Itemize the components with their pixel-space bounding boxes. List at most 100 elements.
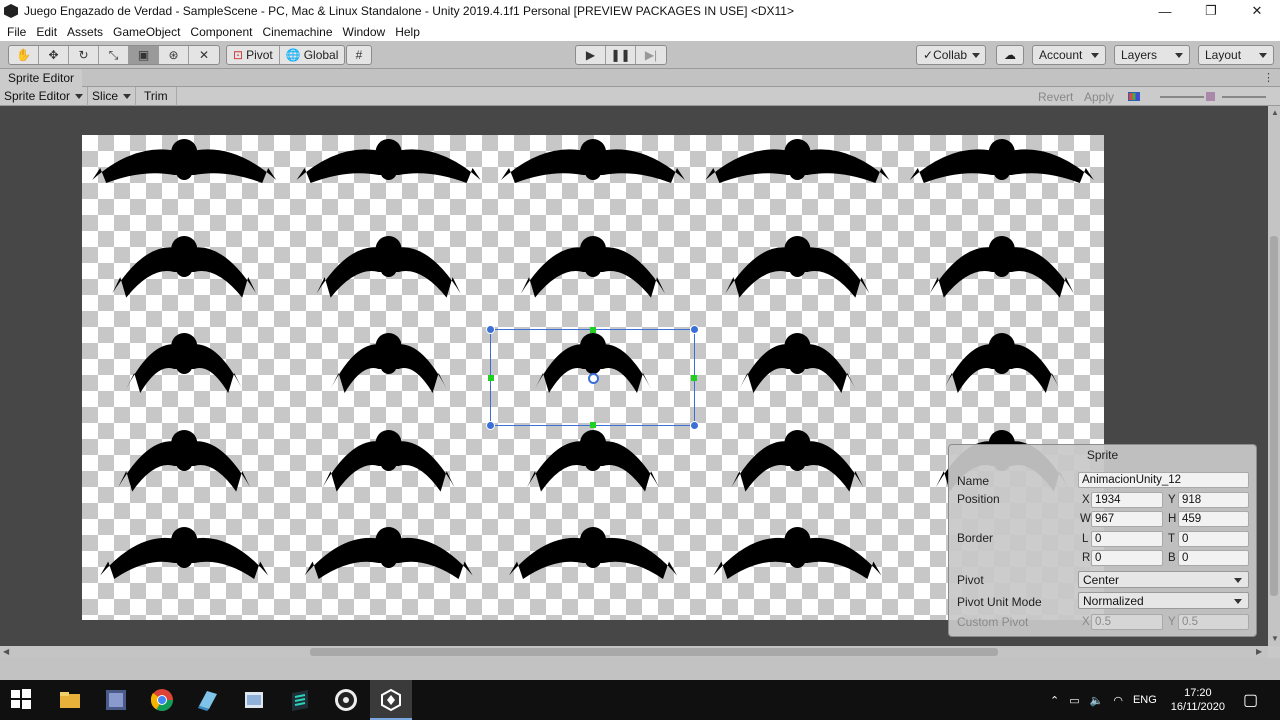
scroll-right-icon[interactable]: ▶	[1256, 647, 1262, 656]
sprite-frame[interactable]	[100, 527, 269, 579]
pause-button[interactable]: ❚❚	[606, 46, 636, 64]
pivot-unit-mode-dropdown[interactable]: Normalized	[1078, 592, 1249, 609]
file-explorer-icon[interactable]	[58, 688, 82, 712]
sprite-frame[interactable]	[909, 139, 1094, 183]
hand-tool-button[interactable]: ✋	[9, 46, 39, 64]
border-handle-left[interactable]	[488, 375, 494, 381]
resize-handle-bottom-right[interactable]	[690, 421, 699, 430]
sublime-icon[interactable]	[288, 688, 312, 712]
position-y-field[interactable]: 918	[1178, 492, 1249, 508]
border-right-field[interactable]: 0	[1091, 550, 1163, 566]
selected-sprite-rect[interactable]	[486, 325, 699, 430]
sprite-frame[interactable]	[126, 333, 243, 393]
close-button[interactable]: ✕	[1234, 0, 1280, 22]
sprite-frame[interactable]	[943, 333, 1060, 393]
account-dropdown[interactable]: Account	[1032, 45, 1106, 65]
border-handle-bottom[interactable]	[590, 422, 596, 428]
battery-icon[interactable]: ▭	[1069, 694, 1079, 707]
mip-slider[interactable]	[1222, 96, 1266, 98]
sprite-frame[interactable]	[296, 139, 481, 183]
tab-sprite-editor[interactable]: Sprite Editor	[0, 69, 83, 87]
sprite-frame[interactable]	[929, 236, 1074, 298]
revert-button[interactable]: Revert	[1038, 87, 1073, 106]
resize-handle-top-right[interactable]	[690, 325, 699, 334]
width-field[interactable]: 967	[1091, 511, 1163, 527]
play-button[interactable]: ▶	[576, 46, 606, 64]
color-channel-toggle[interactable]	[1126, 87, 1142, 106]
trim-button[interactable]: Trim	[136, 86, 177, 106]
menu-edit[interactable]: Edit	[31, 25, 62, 39]
sprite-frame[interactable]	[739, 333, 856, 393]
layout-dropdown[interactable]: Layout	[1198, 45, 1274, 65]
notification-icon[interactable]: ▢	[1243, 690, 1258, 710]
scroll-down-icon[interactable]: ▼	[1271, 634, 1279, 643]
chrome-icon[interactable]	[150, 688, 174, 712]
sprite-frame[interactable]	[509, 527, 677, 579]
height-field[interactable]: 459	[1178, 511, 1249, 527]
menu-cinemachine[interactable]: Cinemachine	[257, 25, 337, 39]
menu-file[interactable]: File	[2, 25, 31, 39]
sprite-frame[interactable]	[501, 139, 685, 183]
sprite-frame[interactable]	[527, 430, 659, 492]
sprite-frame[interactable]	[731, 430, 864, 492]
clock[interactable]: 17:20 16/11/2020	[1171, 686, 1225, 714]
border-top-field[interactable]: 0	[1178, 531, 1249, 547]
wifi-icon[interactable]: ◠	[1113, 694, 1123, 707]
move-tool-button[interactable]: ✥	[39, 46, 69, 64]
scroll-up-icon[interactable]: ▲	[1271, 108, 1279, 117]
apply-button[interactable]: Apply	[1084, 87, 1114, 106]
sprite-editor-mode-dropdown[interactable]: Sprite Editor	[0, 86, 89, 106]
pivot-dropdown[interactable]: Center	[1078, 571, 1249, 588]
unity-hub-icon[interactable]	[104, 688, 128, 712]
horizontal-scroll-thumb[interactable]	[310, 648, 998, 656]
chevron-up-icon[interactable]: ⌃	[1050, 694, 1059, 707]
sprite-frame[interactable]	[330, 333, 447, 393]
custom-tool-button[interactable]: ✕	[189, 46, 219, 64]
pivot-handle[interactable]	[588, 373, 599, 384]
layers-dropdown[interactable]: Layers	[1114, 45, 1190, 65]
menu-gameobject[interactable]: GameObject	[108, 25, 185, 39]
border-left-field[interactable]: 0	[1091, 531, 1163, 547]
sprite-frame[interactable]	[118, 430, 251, 492]
cloud-button[interactable]: ☁	[996, 45, 1024, 65]
step-button[interactable]: ▶|	[636, 46, 666, 64]
language-indicator[interactable]: ENG	[1133, 694, 1157, 706]
vertical-scroll-thumb[interactable]	[1270, 236, 1278, 596]
position-x-field[interactable]: 1934	[1091, 492, 1163, 508]
paint-icon[interactable]	[242, 688, 266, 712]
menu-component[interactable]: Component	[185, 25, 257, 39]
pivot-toggle[interactable]: ⊡ Pivot	[227, 46, 280, 64]
vertical-scrollbar[interactable]: ▲ ▼	[1268, 106, 1280, 646]
collab-dropdown[interactable]: ✓ Collab	[916, 45, 986, 65]
menu-help[interactable]: Help	[390, 25, 425, 39]
border-handle-top[interactable]	[590, 327, 596, 333]
menu-window[interactable]: Window	[338, 25, 391, 39]
menu-dots-icon[interactable]: ⋮	[1263, 71, 1274, 84]
slice-dropdown[interactable]: Slice	[88, 86, 137, 106]
sprite-frame[interactable]	[705, 139, 890, 183]
maximize-button[interactable]: ❐	[1188, 0, 1234, 22]
global-toggle[interactable]: 🌐 Global	[280, 46, 345, 64]
sprite-frame[interactable]	[304, 527, 473, 579]
snap-toggle[interactable]: #	[346, 45, 372, 65]
notepad-icon[interactable]	[196, 688, 220, 712]
transform-tool-button[interactable]: ⊛	[159, 46, 189, 64]
border-handle-right[interactable]	[691, 375, 697, 381]
sprite-frame[interactable]	[112, 236, 257, 298]
scale-tool-button[interactable]: ⤡	[99, 46, 129, 64]
border-bottom-field[interactable]: 0	[1178, 550, 1249, 566]
windows-start-icon[interactable]	[10, 688, 34, 712]
volume-icon[interactable]: 🔈	[1090, 694, 1104, 707]
resize-handle-bottom-left[interactable]	[486, 421, 495, 430]
sprite-frame[interactable]	[713, 527, 882, 579]
sprite-frame[interactable]	[316, 236, 461, 298]
sprite-frame[interactable]	[725, 236, 870, 298]
rect-tool-button[interactable]: ▣	[129, 46, 159, 64]
resize-handle-top-left[interactable]	[486, 325, 495, 334]
rotate-tool-button[interactable]: ↻	[69, 46, 99, 64]
sprite-frame[interactable]	[92, 139, 277, 183]
obs-icon[interactable]	[334, 688, 358, 712]
unity-taskbar-item[interactable]	[370, 680, 412, 720]
sprite-canvas[interactable]: Sprite Name AnimacionUnity_12 Position X…	[0, 106, 1268, 646]
sprite-frame[interactable]	[322, 430, 455, 492]
